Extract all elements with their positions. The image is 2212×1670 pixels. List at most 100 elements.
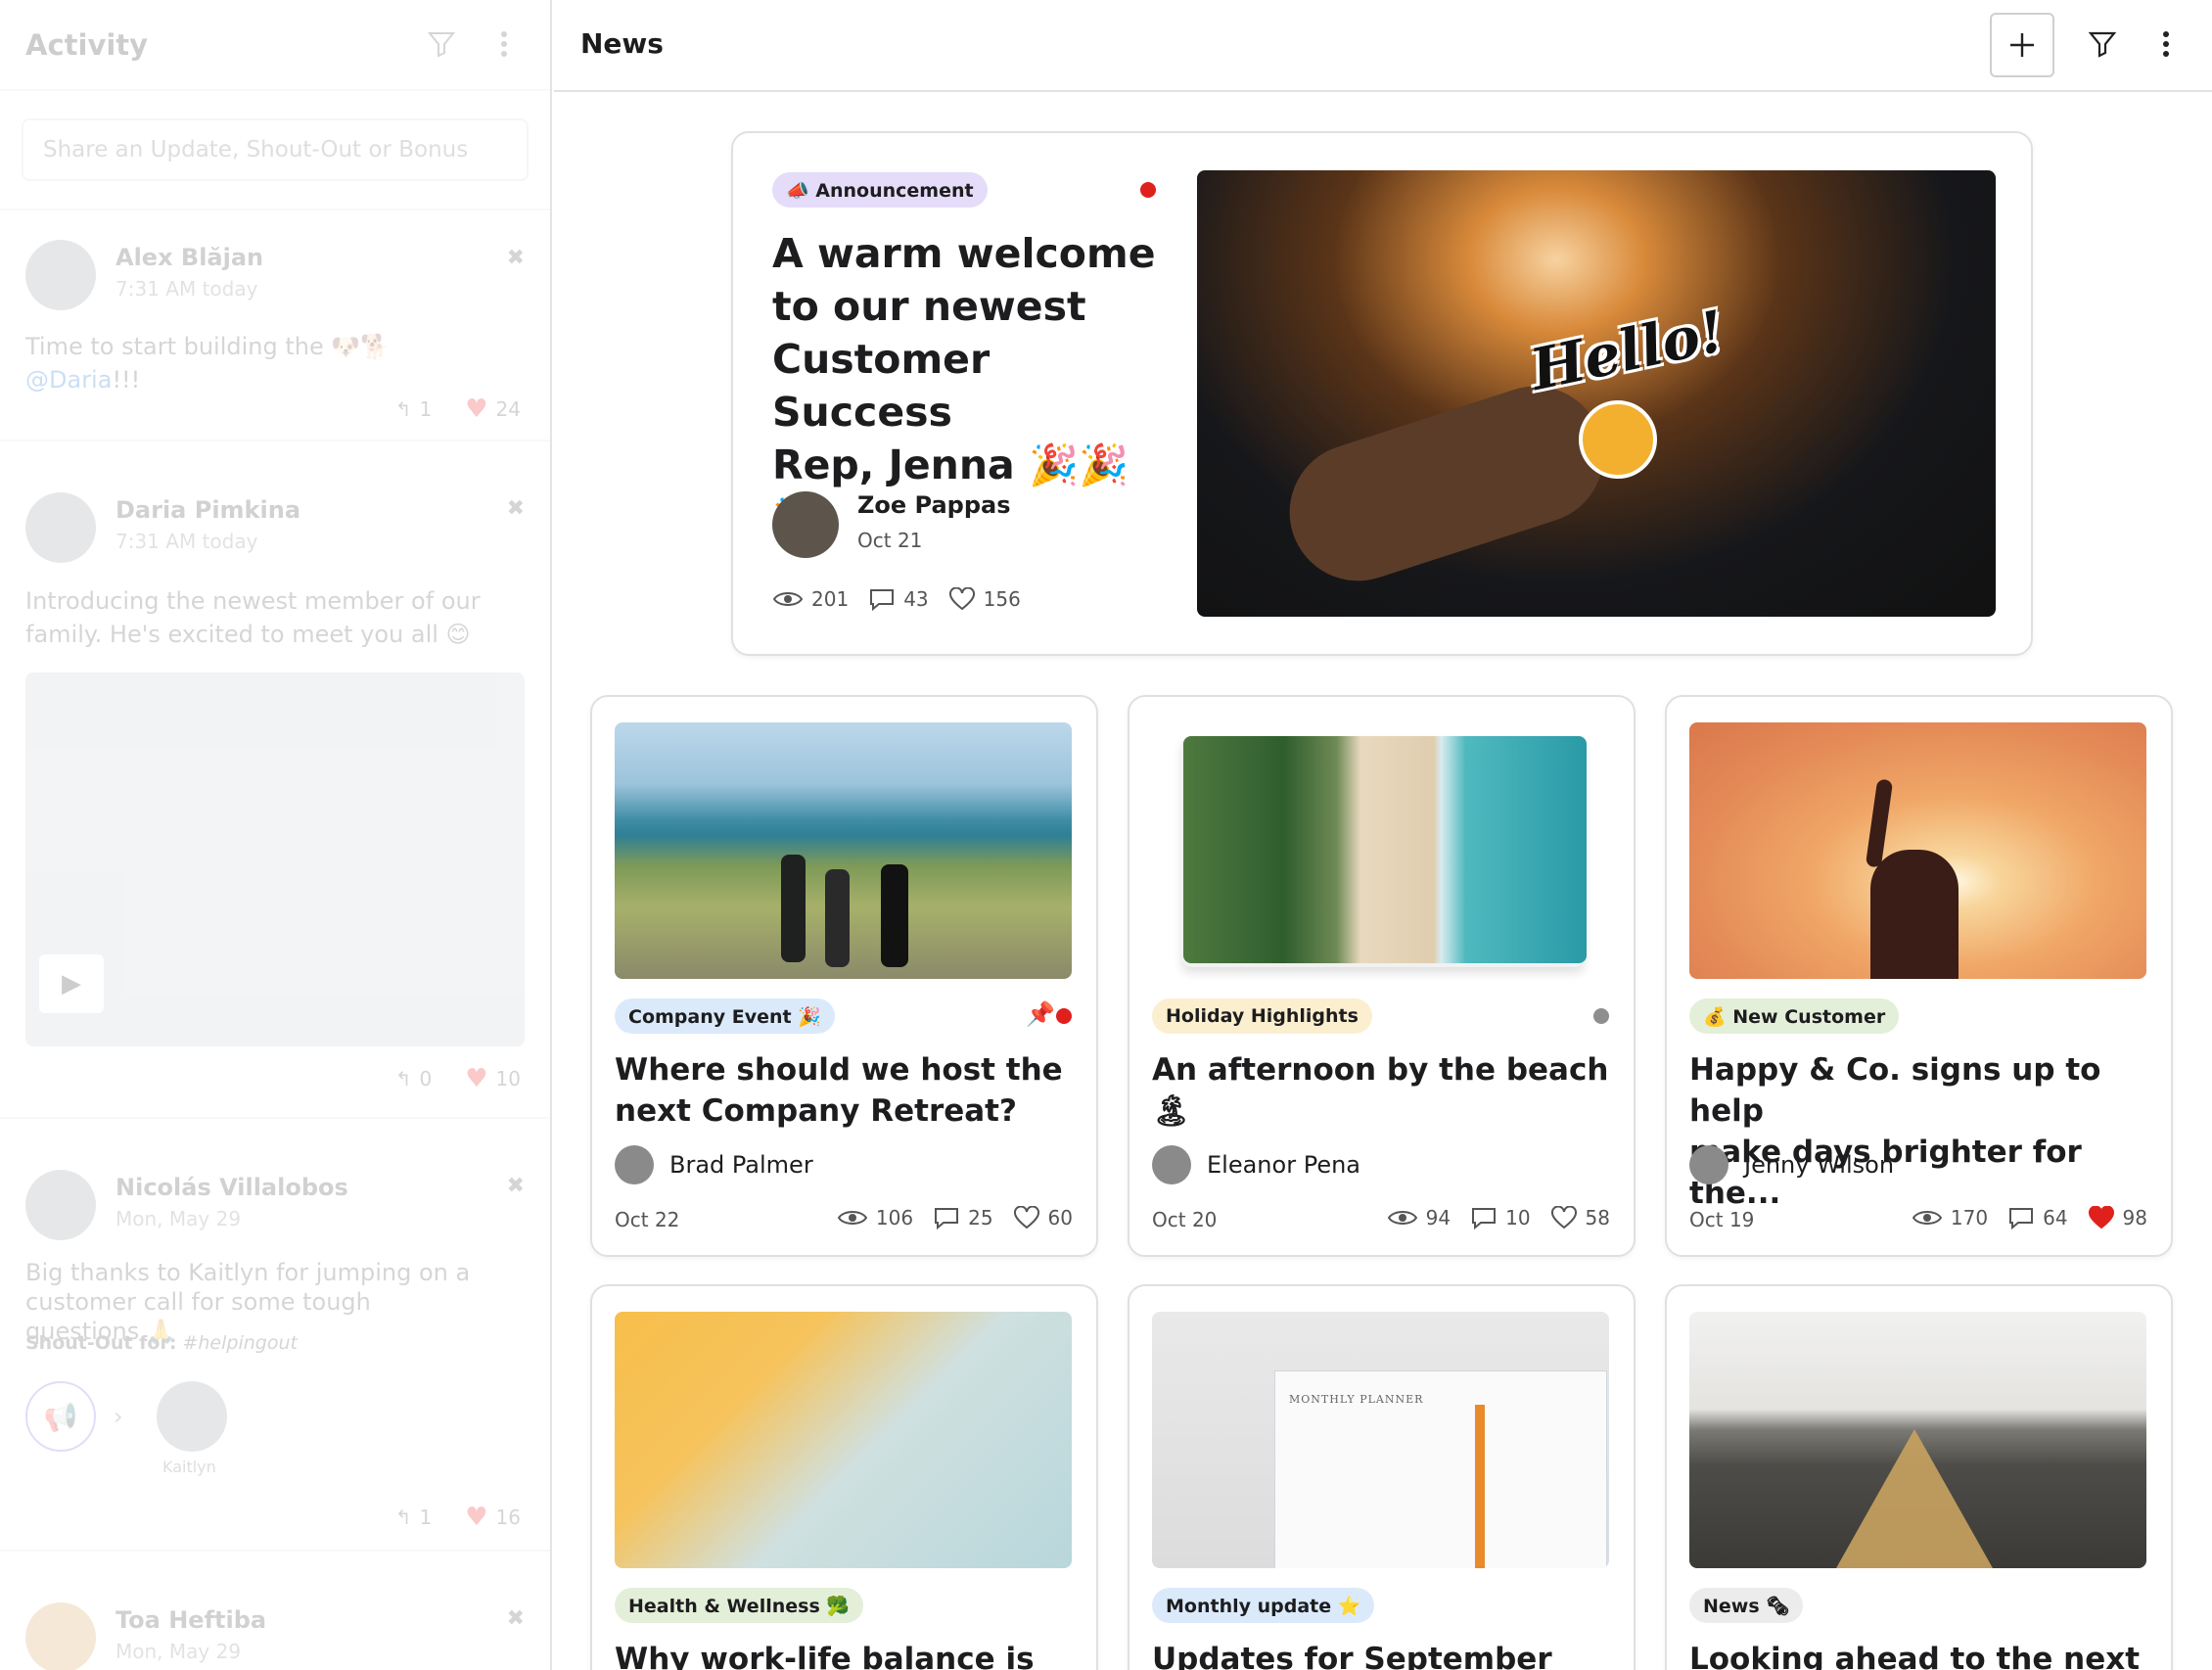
recipient-avatar[interactable]	[157, 1381, 227, 1452]
post-meta: ↰ 1 ♥ 24	[395, 394, 521, 424]
activity-post[interactable]: Nicolás Villalobos Mon, May 29 ✖ Big tha…	[0, 1119, 550, 1550]
post-author: Alex Blăjan	[115, 244, 264, 271]
close-icon[interactable]: ✖	[507, 1174, 525, 1198]
card-title[interactable]: Why work-life balance is	[615, 1639, 1035, 1670]
card-tag[interactable]: News 🗞	[1689, 1588, 1804, 1623]
card-tag[interactable]: Health & Wellness 🥦	[615, 1588, 864, 1623]
avatar	[25, 1602, 96, 1670]
avatar	[25, 492, 96, 563]
post-author: Daria Pimkina	[115, 496, 301, 524]
like-button[interactable]: ♥ 16	[465, 1503, 521, 1532]
unread-indicator	[1140, 182, 1156, 198]
app-root: Activity Share an Update, Shout-Out or B…	[0, 0, 2212, 1670]
card-tag[interactable]: Holiday Highlights	[1152, 998, 1372, 1034]
filter-icon[interactable]	[2088, 29, 2117, 63]
card-title[interactable]: An afternoon by the beach 🏝	[1152, 1049, 1634, 1132]
card-stats: 170 64 98	[1912, 1206, 2147, 1229]
news-panel: News 📣 Announcement A warm welcome to ou…	[554, 0, 2212, 1670]
reply-button[interactable]: ↰ 1	[395, 1506, 433, 1529]
card-tag[interactable]: Monthly update ⭐	[1152, 1588, 1375, 1623]
activity-post[interactable]: Toa Heftiba Mon, May 29 ✖	[0, 1552, 550, 1670]
views-count: 170	[1912, 1206, 1988, 1229]
mention-link[interactable]: @Daria	[25, 366, 112, 394]
card-stats: 106 25 60	[837, 1206, 1073, 1229]
reply-button[interactable]: ↰ 0	[395, 1067, 433, 1090]
card-title[interactable]: Looking ahead to the next 5	[1689, 1639, 2171, 1670]
pencil-shape	[1475, 1405, 1485, 1568]
views-count: 201	[772, 587, 849, 611]
smiley-icon	[1579, 400, 1657, 479]
shout-out-tag[interactable]: #helpingout	[182, 1332, 298, 1354]
more-vertical-icon[interactable]	[497, 29, 511, 63]
news-card[interactable]: News 🗞 Looking ahead to the next 5	[1665, 1284, 2173, 1670]
news-header: News	[554, 0, 2212, 92]
news-card[interactable]: 💰 New Customer Happy & Co. signs up to h…	[1665, 695, 2173, 1257]
heart-icon: ♥	[465, 1064, 488, 1093]
news-card[interactable]: Company Event 🎉 📌 Where should we host t…	[590, 695, 1098, 1257]
avatar	[25, 1170, 96, 1240]
likes-count[interactable]: 58	[1550, 1206, 1610, 1229]
activity-post[interactable]: Alex Blăjan 7:31 AM today ✖ Time to star…	[0, 210, 550, 440]
card-image[interactable]	[1183, 736, 1587, 963]
comment-icon	[2009, 1208, 2034, 1229]
news-card[interactable]: Health & Wellness 🥦 Why work-life balanc…	[590, 1284, 1098, 1670]
comments-count[interactable]: 25	[933, 1206, 993, 1229]
likes-count[interactable]: 156	[948, 587, 1021, 611]
comments-count[interactable]: 43	[868, 587, 929, 611]
heart-filled-icon	[2088, 1206, 2114, 1229]
card-image[interactable]	[615, 722, 1072, 979]
comment-icon	[935, 1208, 959, 1229]
card-image[interactable]	[1689, 1312, 2146, 1568]
card-stats: 94 10 58	[1387, 1206, 1610, 1229]
post-meta: ↰ 0 ♥ 10	[395, 1064, 521, 1093]
views-count: 94	[1387, 1206, 1451, 1229]
likes-count[interactable]: 60	[1013, 1206, 1073, 1229]
card-tag[interactable]: 💰 New Customer	[1689, 998, 1900, 1034]
pin-icon[interactable]: 📌	[1026, 1000, 1055, 1028]
likes-count[interactable]: 98	[2088, 1206, 2147, 1229]
card-title[interactable]: Where should we host the next Company Re…	[615, 1049, 1063, 1132]
post-text: Introducing the newest member of our fam…	[25, 587, 481, 648]
card-author: Brad Palmer	[615, 1145, 813, 1184]
card-date: Oct 19	[1689, 1208, 1755, 1231]
featured-date: Oct 21	[857, 529, 923, 552]
reply-button[interactable]: ↰ 1	[395, 397, 433, 421]
close-icon[interactable]: ✖	[507, 1606, 525, 1631]
featured-news-card[interactable]: 📣 Announcement A warm welcome to our new…	[731, 131, 2033, 656]
author-avatar	[1152, 1145, 1191, 1184]
close-icon[interactable]: ✖	[507, 246, 525, 270]
like-button[interactable]: ♥ 24	[465, 394, 521, 424]
announcement-tag[interactable]: 📣 Announcement	[772, 172, 988, 208]
video-thumbnail[interactable]: ▶	[25, 673, 525, 1046]
filter-icon[interactable]	[427, 29, 456, 63]
news-card[interactable]: Holiday Highlights An afternoon by the b…	[1128, 695, 1636, 1257]
author-avatar	[615, 1145, 654, 1184]
more-vertical-icon[interactable]	[2159, 29, 2173, 63]
post-author: Toa Heftiba	[115, 1606, 267, 1634]
activity-post[interactable]: Daria Pimkina 7:31 AM today ✖ Introducin…	[0, 441, 550, 1117]
play-icon[interactable]: ▶	[39, 954, 104, 1013]
card-image[interactable]: MONTHLY PLANNER	[1152, 1312, 1609, 1568]
like-button[interactable]: ♥ 10	[465, 1064, 521, 1093]
card-author: Jenny Wilson	[1689, 1145, 1894, 1184]
comments-count[interactable]: 64	[2007, 1206, 2068, 1229]
card-image[interactable]	[615, 1312, 1072, 1568]
news-card[interactable]: MONTHLY PLANNER Monthly update ⭐ Updates…	[1128, 1284, 1636, 1670]
card-title[interactable]: Updates for September	[1152, 1639, 1552, 1670]
planner-page: MONTHLY PLANNER	[1274, 1370, 1607, 1568]
reply-icon: ↰	[394, 1067, 412, 1090]
featured-image[interactable]: Hello!	[1197, 170, 1996, 617]
comments-count[interactable]: 10	[1470, 1206, 1531, 1229]
card-image[interactable]	[1689, 722, 2146, 979]
reply-icon: ↰	[394, 1506, 412, 1529]
card-tag[interactable]: Company Event 🎉	[615, 998, 835, 1034]
megaphone-icon: 📢	[25, 1381, 96, 1452]
close-icon[interactable]: ✖	[507, 496, 525, 521]
post-time: Mon, May 29	[115, 1207, 242, 1230]
add-news-button[interactable]	[1990, 13, 2054, 77]
hand-shape	[1271, 368, 1622, 599]
share-update-input[interactable]: Share an Update, Shout-Out or Bonus	[22, 118, 529, 181]
person-silhouette	[825, 869, 850, 967]
activity-title: Activity	[25, 27, 149, 62]
card-title[interactable]: Happy & Co. signs up to help make days b…	[1689, 1049, 2171, 1214]
